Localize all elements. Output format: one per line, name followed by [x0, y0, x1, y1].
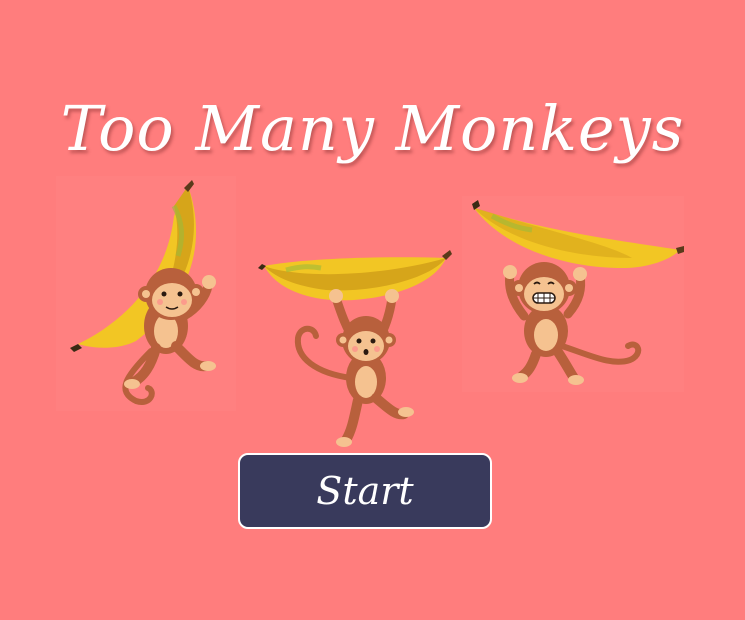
monkey-hanging-from-banana-sprite — [258, 250, 452, 447]
monkey-hugging-banana-sprite — [56, 176, 236, 411]
game-title: Too Many Monkeys — [60, 92, 685, 165]
monkey-carrying-banana-sprite — [462, 196, 684, 392]
start-button[interactable]: Start — [238, 453, 492, 529]
title-screen: Too Many Monkeys Start — [0, 0, 745, 620]
